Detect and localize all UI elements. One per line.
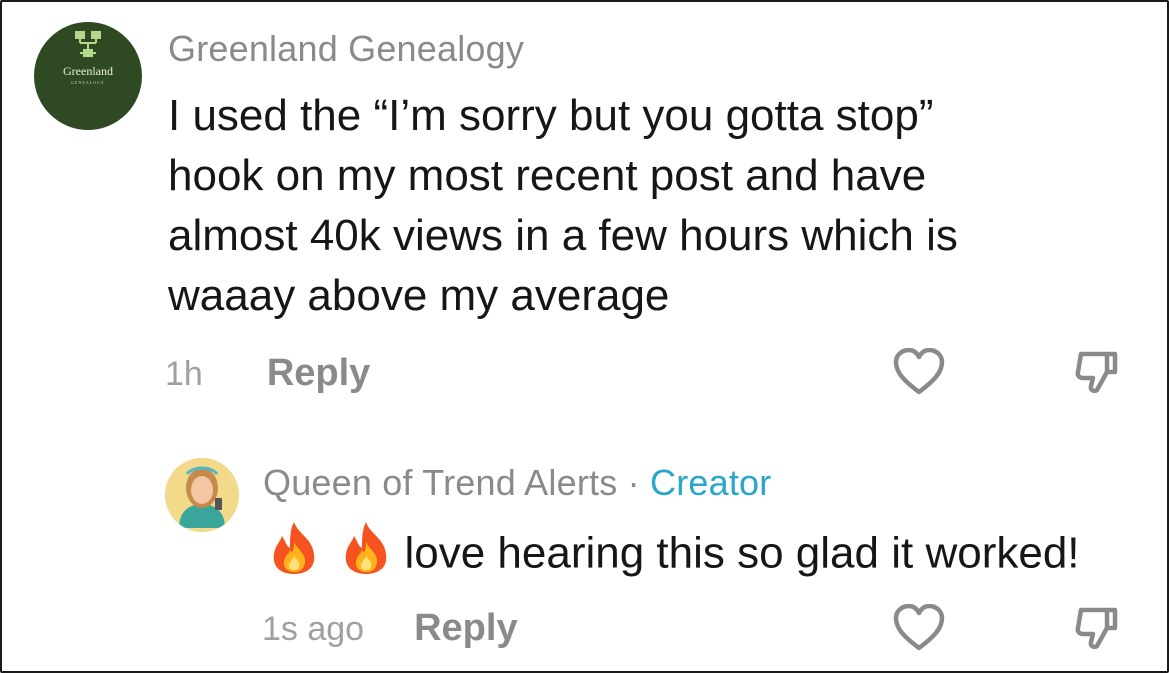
- reply-username[interactable]: Queen of Trend Alerts: [263, 462, 617, 503]
- avatar-brand-sub: GENEALOGY: [71, 80, 105, 85]
- reply-header: Queen of Trend Alerts · Creator: [263, 462, 771, 504]
- fire-icon: [268, 520, 320, 592]
- separator: ·: [627, 462, 640, 503]
- comment-time: 1h: [165, 355, 203, 393]
- comment-meta: 1h Reply: [165, 352, 370, 395]
- comment-username[interactable]: Greenland Genealogy: [168, 28, 524, 70]
- creator-badge: Creator: [650, 462, 772, 503]
- heart-outline-icon[interactable]: [893, 347, 945, 401]
- comment-text: I used the “I’m sorry but you gotta stop…: [168, 91, 958, 320]
- reply-text: love hearing this so glad it worked!: [404, 528, 1080, 578]
- reply-button[interactable]: Reply: [267, 352, 370, 395]
- thumbs-down-icon[interactable]: [1075, 606, 1119, 657]
- reply-time: 1s ago: [262, 610, 365, 648]
- heart-outline-icon[interactable]: [893, 603, 945, 657]
- avatar[interactable]: [165, 458, 239, 532]
- avatar[interactable]: Greenland GENEALOGY: [34, 22, 142, 130]
- thumbs-down-icon[interactable]: [1075, 350, 1119, 401]
- reply-text-row: love hearing this so glad it worked!: [268, 520, 1080, 592]
- reply-button[interactable]: Reply: [414, 607, 517, 650]
- fire-icon: [340, 520, 392, 592]
- reply-meta: 1s ago Reply: [262, 607, 518, 650]
- avatar-brand-name: Greenland: [63, 64, 113, 78]
